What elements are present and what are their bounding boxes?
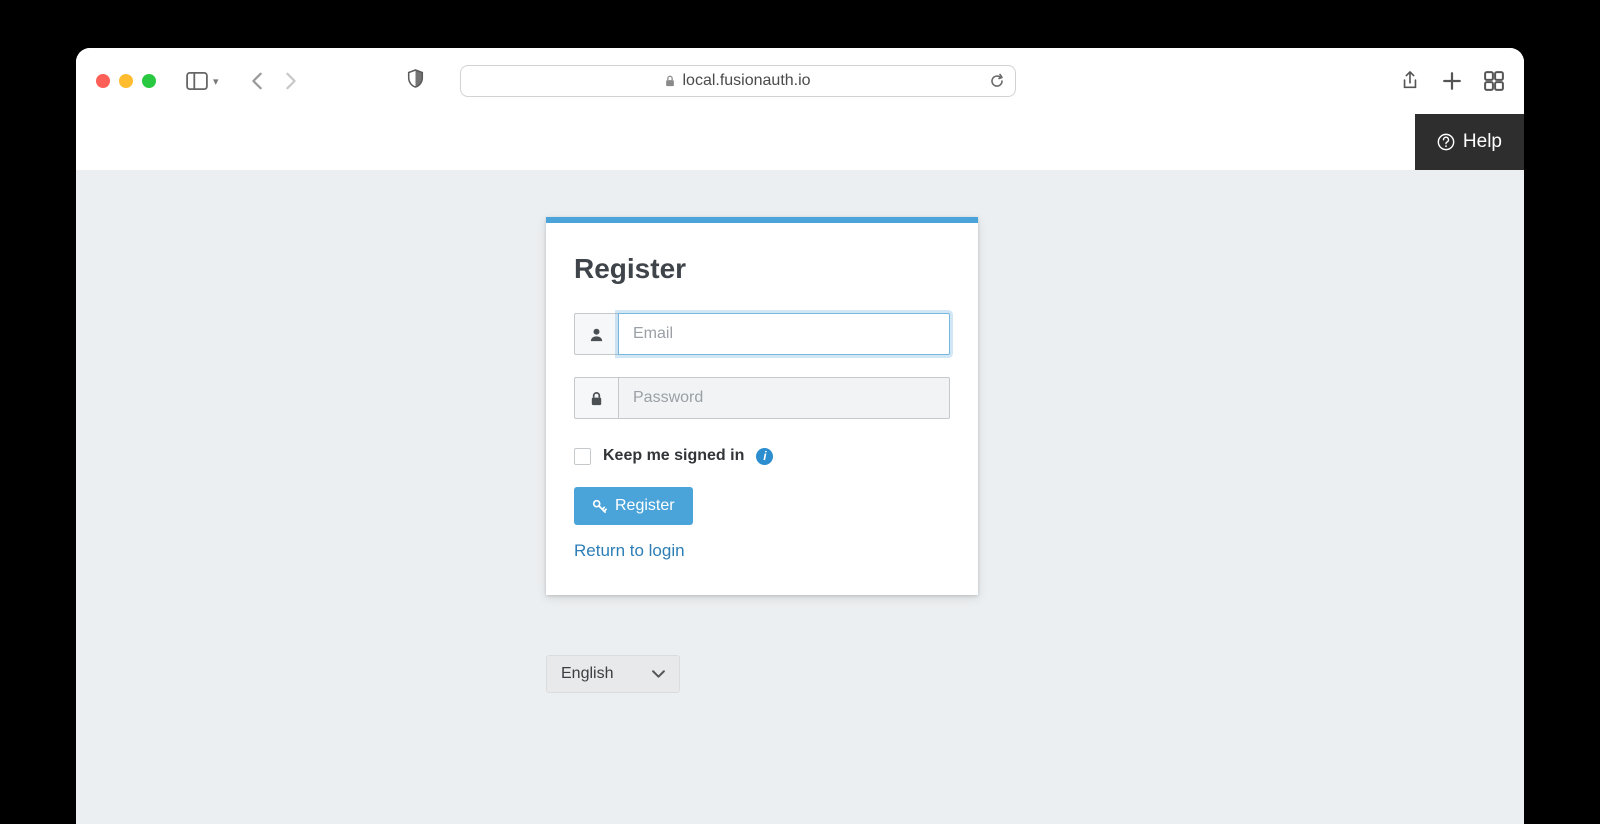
chevron-down-icon: ▾	[213, 75, 219, 88]
language-select[interactable]: English	[546, 655, 680, 693]
traffic-lights	[96, 74, 156, 88]
register-button-label: Register	[615, 497, 675, 515]
new-tab-button[interactable]	[1442, 71, 1462, 91]
nav-arrows	[249, 72, 299, 90]
shield-icon	[407, 69, 424, 88]
address-bar-url: local.fusionauth.io	[682, 72, 810, 90]
address-bar[interactable]: local.fusionauth.io	[460, 65, 1016, 97]
card-title: Register	[574, 253, 950, 285]
keep-signed-in-checkbox[interactable]	[574, 448, 591, 465]
nav-back-button[interactable]	[249, 72, 265, 90]
lock-icon	[664, 75, 676, 87]
email-input-group	[574, 313, 950, 355]
info-icon[interactable]: i	[756, 448, 773, 465]
chrome-right-controls	[1400, 71, 1504, 91]
chevron-down-icon	[652, 668, 665, 681]
sidebar-toggle-button[interactable]: ▾	[186, 72, 219, 90]
password-field[interactable]	[618, 377, 950, 419]
keep-signed-in-label: Keep me signed in	[603, 447, 744, 465]
email-addon	[574, 313, 618, 355]
window-fullscreen-button[interactable]	[142, 74, 156, 88]
help-button[interactable]: Help	[1415, 114, 1524, 170]
sidebar-icon	[186, 72, 208, 90]
browser-chrome: ▾ local.fusionauth.io	[76, 48, 1524, 114]
register-card: Register Keep me signed in i	[546, 217, 978, 595]
return-to-login-link[interactable]: Return to login	[574, 541, 950, 561]
user-icon	[589, 327, 604, 342]
tabs-overview-button[interactable]	[1484, 71, 1504, 91]
register-button[interactable]: Register	[574, 487, 693, 525]
reload-button[interactable]	[989, 73, 1005, 89]
window-minimize-button[interactable]	[119, 74, 133, 88]
password-input-group	[574, 377, 950, 419]
nav-forward-button[interactable]	[283, 72, 299, 90]
lock-icon	[589, 391, 604, 406]
keep-signed-in-row: Keep me signed in i	[574, 447, 950, 465]
password-addon	[574, 377, 618, 419]
email-field[interactable]	[618, 313, 950, 355]
page-area: Help Register	[76, 114, 1524, 824]
key-icon	[592, 499, 607, 514]
help-label: Help	[1463, 131, 1502, 153]
browser-window: ▾ local.fusionauth.io Help Register	[76, 48, 1524, 824]
content-background: Register Keep me signed in i	[76, 170, 1524, 824]
help-icon	[1437, 133, 1455, 151]
window-close-button[interactable]	[96, 74, 110, 88]
language-selected: English	[561, 665, 613, 683]
privacy-shield-button[interactable]	[407, 69, 424, 93]
share-button[interactable]	[1400, 71, 1420, 91]
